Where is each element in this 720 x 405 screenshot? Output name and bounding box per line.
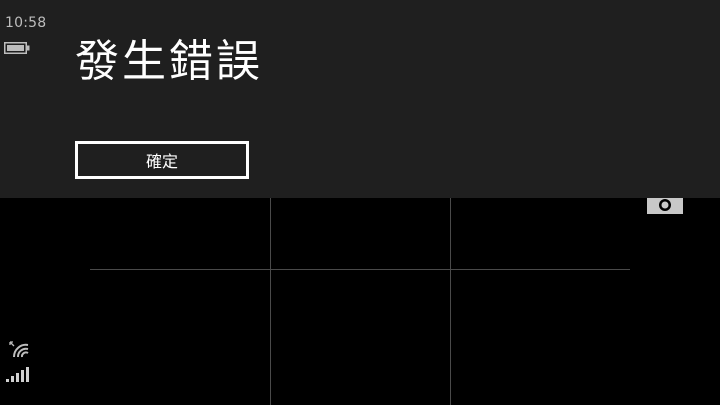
battery-icon (4, 42, 30, 54)
dialog-title: 發生錯誤 (75, 36, 263, 87)
wifi-icon (9, 341, 29, 358)
confirm-button[interactable]: 確定 (75, 141, 249, 179)
error-dialog: 10:58 發生錯誤 確定 (0, 0, 720, 198)
status-bar-time: 10:58 (5, 15, 47, 31)
signal-strength-icon (6, 367, 29, 382)
grid-line-horizontal (90, 269, 630, 270)
